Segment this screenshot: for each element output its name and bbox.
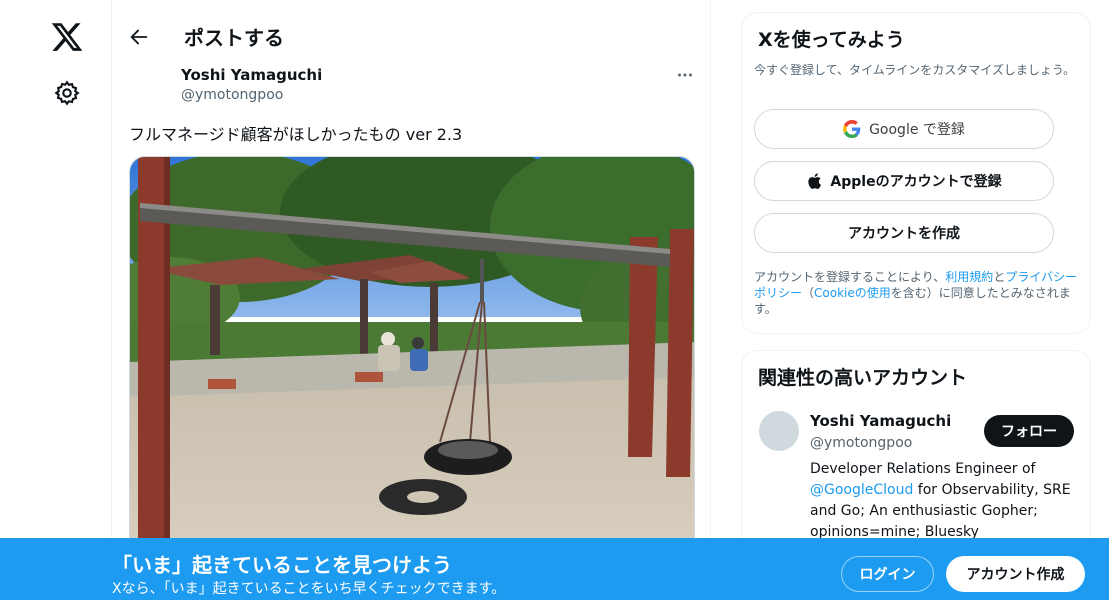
signup-banner: 「いま」起きていることを見つけよう Xなら、「いま」起きていることをいち早くチェ…: [0, 538, 1109, 600]
google-signup-button[interactable]: Google で登録: [754, 109, 1054, 149]
banner-subtitle: Xなら、「いま」起きていることをいち早くチェックできます。: [112, 581, 506, 597]
gear-icon[interactable]: [53, 79, 81, 107]
terms-and: と: [993, 270, 1006, 284]
related-account-bio: Developer Relations Engineer of @GoogleC…: [810, 459, 1075, 543]
google-signup-label: Google で登録: [869, 122, 965, 138]
page-title: ポストする: [184, 26, 284, 50]
related-accounts-title: 関連性の高いアカウント: [758, 367, 968, 389]
apple-signup-button[interactable]: Appleのアカウントで登録: [754, 161, 1054, 201]
swing-photo-illustration: [130, 157, 694, 555]
signup-card-subtitle: 今すぐ登録して、タイムラインをカスタマイズしましょう。: [754, 63, 1076, 77]
signup-card-title: Xを使ってみよう: [758, 29, 905, 51]
post-author-handle[interactable]: @ymotongpoo: [181, 87, 283, 103]
terms-link[interactable]: 利用規約: [945, 270, 993, 284]
signup-card: Xを使ってみよう 今すぐ登録して、タイムラインをカスタマイズしましょう。 Goo…: [741, 12, 1091, 334]
bio-mention-link[interactable]: @GoogleCloud: [810, 482, 913, 498]
follow-button[interactable]: フォロー: [984, 415, 1074, 447]
bio-prefix: Developer Relations Engineer of: [810, 461, 1036, 477]
terms-paren-open: （: [802, 286, 815, 300]
ellipsis-icon[interactable]: [674, 64, 696, 86]
create-account-label: アカウントを作成: [848, 226, 960, 242]
login-button[interactable]: ログイン: [841, 556, 934, 592]
apple-icon: [806, 172, 822, 190]
left-nav: [0, 0, 112, 600]
banner-signup-button[interactable]: アカウント作成: [946, 556, 1085, 592]
create-account-button[interactable]: アカウントを作成: [754, 213, 1054, 253]
arrow-left-icon[interactable]: [128, 26, 150, 48]
related-account-name[interactable]: Yoshi Yamaguchi: [810, 412, 951, 430]
cookie-use-link[interactable]: Cookieの使用: [814, 286, 891, 300]
avatar[interactable]: [759, 411, 799, 451]
post-text: フルマネージド顧客がほしかったもの ver 2.3: [129, 125, 463, 144]
banner-title: 「いま」起きていることを見つけよう: [112, 553, 452, 577]
x-logo-icon[interactable]: [50, 20, 84, 54]
terms-prefix: アカウントを登録することにより、: [754, 270, 946, 284]
terms-text: アカウントを登録することにより、利用規約とプライバシーポリシー（Cookieの使…: [754, 269, 1084, 317]
main-column: ポストする Yoshi Yamaguchi @ymotongpoo フルマネージ…: [111, 0, 711, 600]
google-icon: [843, 120, 861, 138]
post-author-name[interactable]: Yoshi Yamaguchi: [181, 66, 322, 84]
post-photo[interactable]: [129, 156, 695, 556]
apple-signup-label: Appleのアカウントで登録: [830, 174, 1002, 190]
related-account-handle[interactable]: @ymotongpoo: [810, 435, 912, 451]
